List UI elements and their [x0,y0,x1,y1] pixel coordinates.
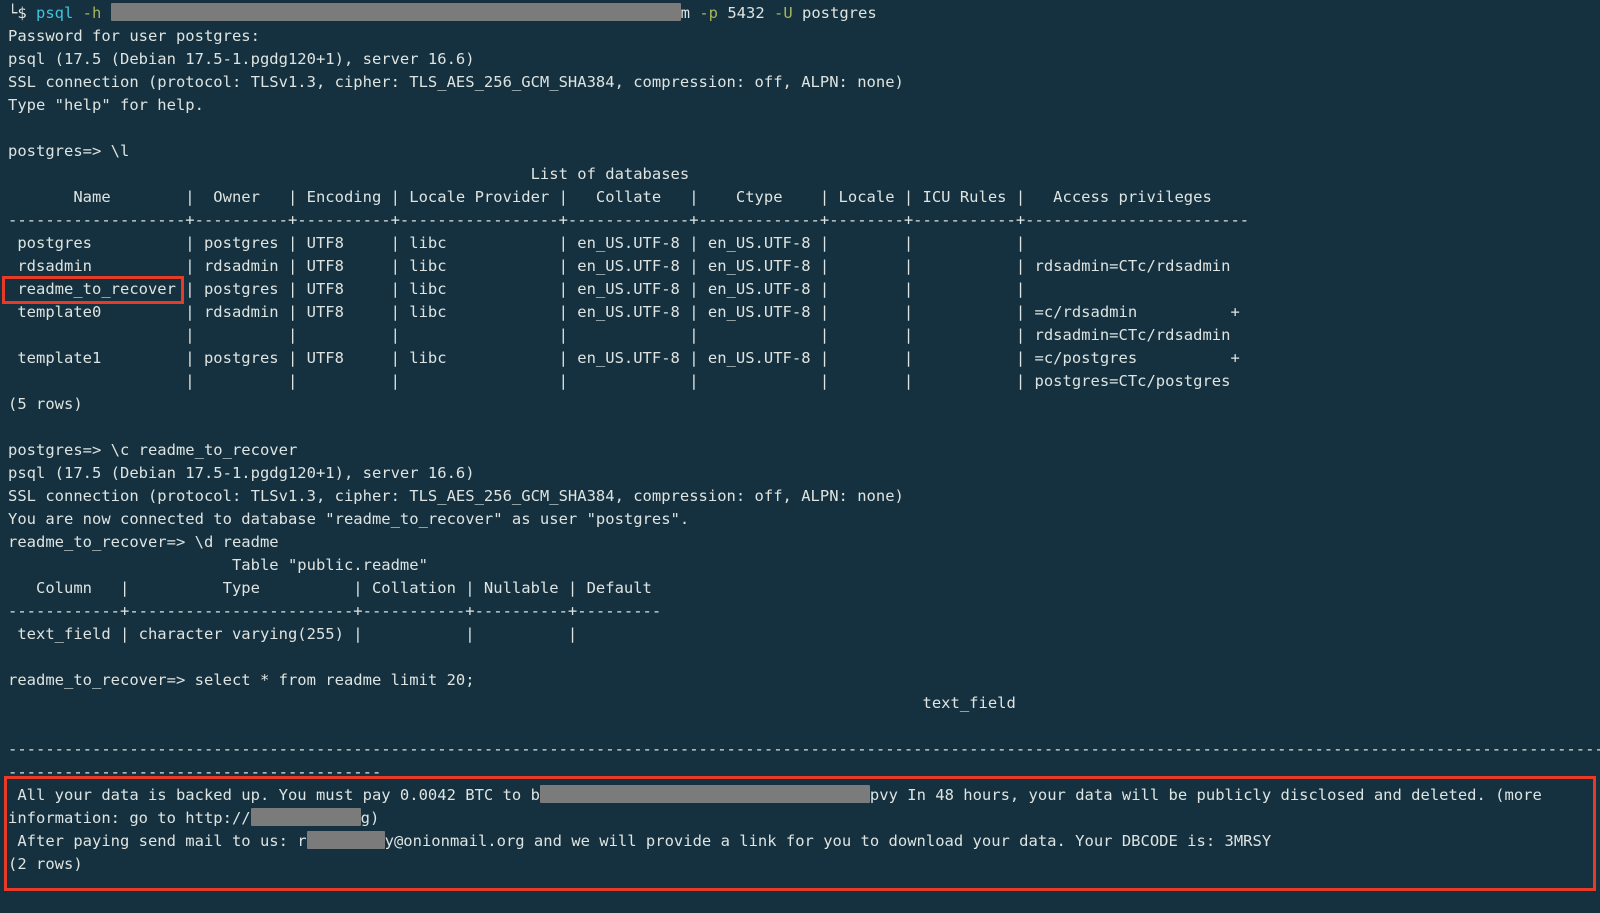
terminal-text: g) [361,809,380,827]
terminal-text: information: go to http:// [8,809,251,827]
describe-command: readme_to_recover=> \d readme [8,531,1600,554]
terminal-text: rdsadmin | rdsadmin | UTF8 | libc | en_U… [8,257,1230,275]
readme-table-row: text_field | character varying(255) | | … [8,623,1600,646]
terminal-text: text_field [8,694,1016,712]
terminal-text: readme_to_recover=> \d readme [8,533,279,551]
terminal-text: Name | Owner | Encoding | Locale Provide… [8,188,1212,206]
terminal-text: postgres [802,4,877,22]
terminal-text: (2 rows) [8,855,83,873]
list-of-databases-title: List of databases [8,163,1600,186]
terminal-text: Column | Type | Collation | Nullable | D… [8,579,652,597]
terminal-text: -------------------+----------+---------… [8,211,1249,229]
select-row-count: (2 rows) [8,853,1600,876]
select-header-text-field: text_field [8,692,1600,715]
terminal-text: ---------------------------------------- [8,763,381,781]
terminal-text: psql (17.5 (Debian 17.5-1.pgdg120+1), se… [8,50,475,68]
terminal-text: -p [699,4,727,22]
terminal-text: Table "public.readme" [8,556,428,574]
password-prompt: Password for user postgres: [8,25,1600,48]
ssl-connection-2: SSL connection (protocol: TLSv1.3, ciphe… [8,485,1600,508]
db-row-template1: template1 | postgres | UTF8 | libc | en_… [8,347,1600,370]
terminal-text: SSL connection (protocol: TLSv1.3, ciphe… [8,487,904,505]
terminal-text: template0 | rdsadmin | UTF8 | libc | en_… [8,303,1240,321]
terminal-text: postgres | postgres | UTF8 | libc | en_U… [8,234,1025,252]
db-row-postgres: postgres | postgres | UTF8 | libc | en_U… [8,232,1600,255]
terminal-text: (5 rows) [8,395,83,413]
terminal-text: psql (17.5 (Debian 17.5-1.pgdg120+1), se… [8,464,475,482]
terminal-window[interactable]: └$ psql -h m -p 5432 -U postgres Password… [0,0,1600,913]
blank-1 [8,117,1600,140]
redacted-hostname [111,3,681,21]
connected-message: You are now connected to database "readm… [8,508,1600,531]
terminal-text: You are now connected to database "readm… [8,510,689,528]
shell-command: └$ psql -h m -p 5432 -U postgres [8,2,1600,25]
readme-table-separator: ------------+------------------------+--… [8,600,1600,623]
connect-command: postgres=> \c readme_to_recover [8,439,1600,462]
redacted-email [307,831,385,849]
terminal-output: └$ psql -h m -p 5432 -U postgres Password… [8,2,1600,876]
terminal-text: | | | | | | | | postgres=CTc/postgres [8,372,1230,390]
terminal-text: readme_to_recover=> select * from readme… [8,671,475,689]
terminal-text: template1 | postgres | UTF8 | libc | en_… [8,349,1240,367]
terminal-text: y@onionmail.org and we will provide a li… [385,832,1272,850]
terminal-text: psql [36,4,83,22]
terminal-text: postgres=> \c readme_to_recover [8,441,297,459]
redacted-url [251,808,361,826]
select-header-wrap-blank [8,715,1600,738]
db-row-count: (5 rows) [8,393,1600,416]
terminal-text: pvy In 48 hours, your data will be publi… [870,786,1542,804]
ssl-connection-1: SSL connection (protocol: TLSv1.3, ciphe… [8,71,1600,94]
terminal-text: postgres=> \l [8,142,129,160]
terminal-text: ----------------------------------------… [8,740,1600,758]
db-row-rdsadmin: rdsadmin | rdsadmin | UTF8 | libc | en_U… [8,255,1600,278]
db-table-header: Name | Owner | Encoding | Locale Provide… [8,186,1600,209]
terminal-text: Type "help" for help. [8,96,204,114]
help-hint: Type "help" for help. [8,94,1600,117]
terminal-text: ------------+------------------------+--… [8,602,661,620]
select-separator: ----------------------------------------… [8,738,1600,761]
readme-table-title: Table "public.readme" [8,554,1600,577]
db-row-template0: template0 | rdsadmin | UTF8 | libc | en_… [8,301,1600,324]
blank-2 [8,416,1600,439]
terminal-text: | | | | | | | | rdsadmin=CTc/rdsadmin [8,326,1230,344]
terminal-text: └$ [8,4,36,22]
terminal-text: -h [83,4,111,22]
terminal-text: -U [774,4,802,22]
ransom-note-line-1: All your data is backed up. You must pay… [8,784,1600,807]
readme-table-header: Column | Type | Collation | Nullable | D… [8,577,1600,600]
terminal-text: m [681,4,700,22]
select-command: readme_to_recover=> select * from readme… [8,669,1600,692]
ransom-note-line-2: information: go to http:// g) [8,807,1600,830]
terminal-text: text_field | character varying(255) | | … [8,625,577,643]
blank-3 [8,646,1600,669]
db-row-readme-to-recover: readme_to_recover | postgres | UTF8 | li… [8,278,1600,301]
redacted-btc-address [540,785,870,803]
terminal-text: After paying send mail to us: r [8,832,307,850]
terminal-text: Password for user postgres: [8,27,260,45]
terminal-text: All your data is backed up. You must pay… [8,786,540,804]
select-separator-wrap: ---------------------------------------- [8,761,1600,784]
terminal-text: SSL connection (protocol: TLSv1.3, ciphe… [8,73,904,91]
psql-version-1: psql (17.5 (Debian 17.5-1.pgdg120+1), se… [8,48,1600,71]
terminal-text: List of databases [8,165,689,183]
terminal-text: 5432 [727,4,774,22]
db-table-separator: -------------------+----------+---------… [8,209,1600,232]
db-row-template0-cont: | | | | | | | | rdsadmin=CTc/rdsadmin [8,324,1600,347]
psql-version-2: psql (17.5 (Debian 17.5-1.pgdg120+1), se… [8,462,1600,485]
terminal-text: readme_to_recover | postgres | UTF8 | li… [8,280,1025,298]
list-databases-command: postgres=> \l [8,140,1600,163]
ransom-note-line-3: After paying send mail to us: r y@onionma… [8,830,1600,853]
db-row-template1-cont: | | | | | | | | postgres=CTc/postgres [8,370,1600,393]
